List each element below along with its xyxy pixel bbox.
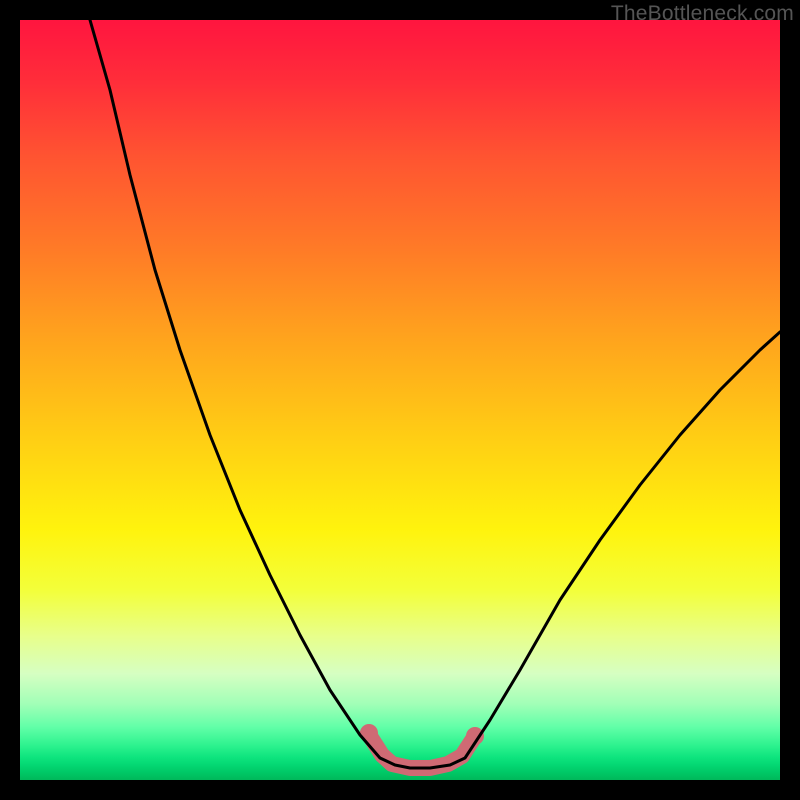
chart-area [20,20,780,780]
watermark-text: TheBottleneck.com [611,2,794,26]
pink-highlight [368,733,475,768]
bottleneck-curve [90,20,780,768]
curve-plot [20,20,780,780]
